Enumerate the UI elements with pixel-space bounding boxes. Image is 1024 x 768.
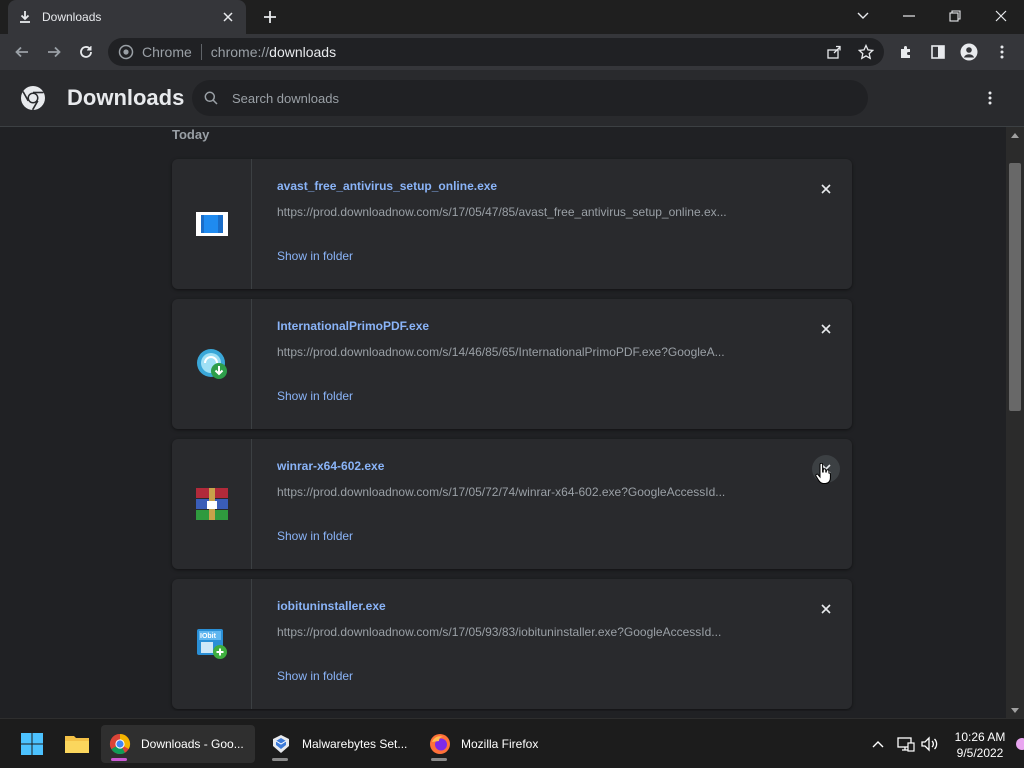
forward-button[interactable] <box>40 38 68 66</box>
show-in-folder-link[interactable]: Show in folder <box>277 529 353 543</box>
avast-installer-icon <box>195 212 228 236</box>
browser-toolbar: Chrome chrome:// downloads <box>0 34 1024 70</box>
file-icon-column: IObit <box>172 579 252 709</box>
system-clock[interactable]: 10:26 AM 9/5/2022 <box>948 729 1012 761</box>
show-in-folder-link[interactable]: Show in folder <box>277 669 353 683</box>
clock-date: 9/5/2022 <box>956 746 1004 760</box>
search-downloads-input[interactable]: Search downloads <box>192 80 868 116</box>
chrome-page-icon <box>118 44 134 60</box>
taskbar-app-label: Mozilla Firefox <box>461 737 539 751</box>
download-item: winrar-x64-602.exe https://prod.download… <box>172 439 852 569</box>
minimize-button[interactable] <box>886 0 932 32</box>
download-item: avast_free_antivirus_setup_online.exe ht… <box>172 159 852 289</box>
bookmark-star-icon[interactable] <box>856 42 876 62</box>
volume-speaker-icon[interactable] <box>920 734 940 754</box>
taskbar-app-label: Downloads - Goo... <box>141 737 244 751</box>
file-name-link[interactable]: iobituninstaller.exe <box>277 599 386 613</box>
omnibox-url-prefix: chrome:// <box>210 44 270 60</box>
search-placeholder: Search downloads <box>232 90 339 106</box>
file-source-url[interactable]: https://prod.downloadnow.com/s/14/46/85/… <box>277 345 777 359</box>
restore-button[interactable] <box>932 0 978 32</box>
file-source-url[interactable]: https://prod.downloadnow.com/s/17/05/93/… <box>277 625 777 639</box>
scroll-down-arrow-icon[interactable] <box>1006 702 1024 718</box>
notification-dot-icon[interactable] <box>1016 738 1024 750</box>
new-tab-button[interactable] <box>260 7 280 27</box>
extensions-puzzle-icon[interactable] <box>892 38 920 66</box>
chrome-logo-icon <box>20 85 46 111</box>
download-item: IObit iobituninstaller.exe https://prod.… <box>172 579 852 709</box>
vertical-scrollbar[interactable] <box>1006 127 1024 718</box>
show-in-folder-link[interactable]: Show in folder <box>277 249 353 263</box>
file-name-link[interactable]: winrar-x64-602.exe <box>277 459 384 473</box>
show-hidden-icons-chevron-icon[interactable] <box>868 734 888 754</box>
side-panel-icon[interactable] <box>924 38 952 66</box>
tab-search-chevron-icon[interactable] <box>840 0 886 32</box>
close-window-button[interactable] <box>978 0 1024 32</box>
hand-cursor-icon <box>815 463 831 485</box>
svg-text:IObit: IObit <box>200 633 217 640</box>
reload-button[interactable] <box>72 38 100 66</box>
file-source-url[interactable]: https://prod.downloadnow.com/s/17/05/72/… <box>277 485 777 499</box>
tab-downloads[interactable]: Downloads <box>8 0 246 34</box>
file-icon-column <box>172 299 252 429</box>
taskbar-app-firefox[interactable]: Mozilla Firefox <box>421 725 551 763</box>
downloads-list: Today avast_free_antivirus_setup_online.… <box>0 127 1006 711</box>
address-bar[interactable]: Chrome chrome:// downloads <box>108 38 884 66</box>
taskbar-app-malwarebytes[interactable]: Malwarebytes Set... <box>262 725 412 763</box>
browser-menu-icon[interactable] <box>988 38 1016 66</box>
firefox-icon <box>429 733 451 755</box>
running-app-indicator <box>431 758 447 761</box>
file-name-link[interactable]: InternationalPrimoPDF.exe <box>277 319 429 333</box>
start-button-windows-icon[interactable] <box>16 728 48 760</box>
section-date-label: Today <box>172 127 210 142</box>
iobit-icon: IObit <box>196 628 228 660</box>
windows-taskbar: Downloads - Goo... Malwarebytes Set... M… <box>0 718 1024 768</box>
scroll-up-arrow-icon[interactable] <box>1006 127 1024 143</box>
download-icon <box>18 10 32 24</box>
active-app-indicator <box>111 758 127 761</box>
remove-item-close-icon[interactable] <box>812 315 840 343</box>
clock-time: 10:26 AM <box>954 730 1006 744</box>
tab-strip: Downloads <box>0 0 1024 34</box>
search-icon <box>204 91 218 105</box>
scrollbar-thumb[interactable] <box>1009 163 1021 411</box>
chrome-icon <box>109 733 131 755</box>
taskbar-app-label: Malwarebytes Set... <box>302 737 408 751</box>
share-icon[interactable] <box>824 42 844 62</box>
page-title: Downloads <box>67 85 185 110</box>
omnibox-origin-label: Chrome <box>142 44 192 60</box>
file-icon-column <box>172 439 252 569</box>
remove-item-close-icon[interactable] <box>812 595 840 623</box>
network-icon[interactable] <box>896 734 916 754</box>
file-icon-column <box>172 159 252 289</box>
download-item: InternationalPrimoPDF.exe https://prod.d… <box>172 299 852 429</box>
profile-avatar-icon[interactable] <box>955 38 983 66</box>
running-app-indicator <box>272 758 288 761</box>
remove-item-close-icon[interactable] <box>812 175 840 203</box>
tab-close-icon[interactable] <box>220 9 236 25</box>
winrar-icon <box>195 488 228 520</box>
tab-title: Downloads <box>42 10 102 24</box>
primopdf-installer-icon <box>196 348 228 380</box>
back-button[interactable] <box>8 38 36 66</box>
show-in-folder-link[interactable]: Show in folder <box>277 389 353 403</box>
omnibox-divider <box>200 44 202 60</box>
file-source-url[interactable]: https://prod.downloadnow.com/s/17/05/47/… <box>277 205 777 219</box>
taskbar-app-chrome[interactable]: Downloads - Goo... <box>101 725 255 763</box>
file-explorer-folder-icon[interactable] <box>61 728 93 760</box>
file-name-link[interactable]: avast_free_antivirus_setup_online.exe <box>277 179 497 193</box>
malwarebytes-icon <box>270 733 292 755</box>
omnibox-url-path: downloads <box>269 44 337 60</box>
more-actions-icon[interactable] <box>980 88 1000 108</box>
downloads-header: Downloads Search downloads <box>0 70 1024 127</box>
